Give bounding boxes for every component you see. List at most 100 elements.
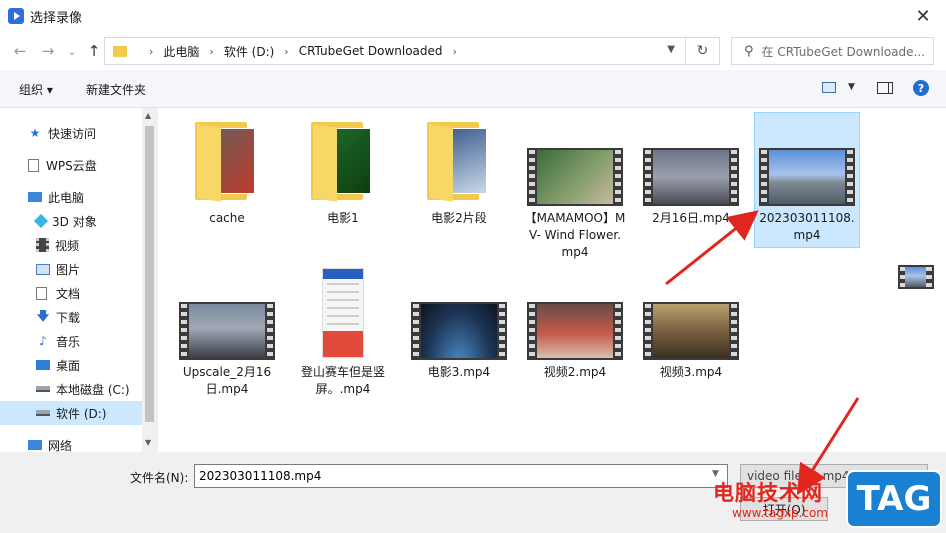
sidebar-item-videos[interactable]: 视频: [0, 233, 142, 257]
preview-thumbnail: [898, 265, 934, 289]
sidebar-item-music[interactable]: ♪ 音乐: [0, 329, 142, 353]
sidebar-item-label: 桌面: [56, 358, 81, 373]
sidebar-item-drive-c[interactable]: 本地磁盘 (C:): [0, 377, 142, 401]
sidebar-item-label: 图片: [56, 262, 81, 277]
view-options-icon[interactable]: [822, 82, 836, 93]
sidebar-item-label: WPS云盘: [46, 158, 97, 173]
sidebar-item-label: 此电脑: [48, 190, 85, 205]
file-item-movie2-clips[interactable]: 电影2片段: [406, 122, 512, 227]
filename-label: 文件名(N):: [130, 471, 189, 485]
drive-icon: [36, 410, 50, 416]
search-box[interactable]: ⚲ 在 CRTubeGet Downloade...: [731, 37, 934, 65]
file-item-hill-climb[interactable]: 登山赛车但是竖屏。.mp4: [290, 268, 396, 398]
breadcrumb-this-pc[interactable]: 此电脑: [163, 43, 199, 60]
video-thumbnail: [527, 302, 623, 360]
sidebar-item-quick-access[interactable]: ★ 快速访问: [0, 121, 142, 145]
file-name: 视频2.mp4: [543, 365, 607, 379]
sidebar-item-label: 快速访问: [48, 126, 97, 141]
video-thumbnail: [759, 148, 855, 206]
organize-menu[interactable]: 组织 ▾: [19, 81, 53, 98]
picture-icon: [36, 263, 50, 275]
drive-icon: [36, 386, 50, 392]
sidebar-item-label: 下载: [56, 310, 81, 325]
file-item-202303011108[interactable]: 202303011108.mp4: [754, 112, 860, 248]
sidebar-item-3d-objects[interactable]: 3D 对象: [0, 209, 142, 233]
file-name: 【MAMAMOO】MV- Wind Flower.mp4: [524, 211, 626, 259]
breadcrumb-drive-d[interactable]: 软件 (D:): [224, 43, 274, 60]
refresh-button[interactable]: ↻: [686, 37, 720, 65]
chevron-right-icon: ›: [452, 44, 457, 58]
sidebar-item-desktop[interactable]: 桌面: [0, 353, 142, 377]
file-item-feb16[interactable]: 2月16日.mp4: [638, 148, 744, 227]
file-name: 电影3.mp4: [427, 365, 491, 379]
navigation-bar: ← → ⌄ ↑ › 此电脑 › 软件 (D:) › CRTubeGet Down…: [0, 32, 946, 70]
back-arrow-icon[interactable]: ←: [10, 41, 30, 61]
sidebar-item-label: 音乐: [56, 334, 81, 349]
watermark-text: 电脑技术网: [713, 481, 823, 505]
help-icon[interactable]: ?: [913, 80, 929, 96]
sidebar-item-wps-cloud[interactable]: WPS云盘: [0, 153, 142, 177]
close-button[interactable]: ✕: [900, 0, 946, 32]
sidebar-item-label: 视频: [55, 238, 80, 253]
file-name: 视频3.mp4: [659, 365, 723, 379]
download-icon: 🡇: [36, 308, 50, 323]
search-placeholder[interactable]: 在 CRTubeGet Downloade...: [762, 43, 925, 60]
video-thumbnail: [322, 268, 364, 358]
file-item-cache[interactable]: cache: [174, 122, 280, 227]
video-thumbnail: [527, 148, 623, 206]
sidebar-item-drive-d[interactable]: 软件 (D:): [0, 401, 142, 425]
scroll-up-icon[interactable]: ▲: [145, 111, 151, 120]
filename-input[interactable]: [194, 464, 728, 488]
chevron-right-icon: ›: [284, 44, 289, 58]
up-arrow-icon[interactable]: ↑: [84, 41, 104, 61]
scroll-down-icon[interactable]: ▼: [145, 438, 151, 447]
sidebar-item-this-pc[interactable]: 此电脑: [0, 185, 142, 209]
file-item-upscale-feb16[interactable]: Upscale_2月16日.mp4: [174, 302, 280, 398]
sidebar-item-label: 网络: [48, 438, 73, 453]
watermark-url: www.tagxp.com: [732, 506, 828, 520]
sidebar-item-label: 文档: [56, 286, 81, 301]
file-name: Upscale_2月16日.mp4: [182, 365, 272, 396]
window-title: 选择录像: [30, 11, 83, 26]
sidebar-item-downloads[interactable]: 🡇 下载: [0, 305, 142, 329]
command-toolbar: 组织 ▾ 新建文件夹 ▼ ?: [0, 70, 946, 108]
file-name: 登山赛车但是竖屏。.mp4: [300, 365, 385, 396]
video-thumbnail: [411, 302, 507, 360]
file-item-mamamoo[interactable]: 【MAMAMOO】MV- Wind Flower.mp4: [522, 148, 628, 261]
watermark-logo: TAG: [846, 470, 942, 528]
sidebar-scrollbar[interactable]: ▲ ▼: [142, 108, 158, 452]
scrollbar-thumb[interactable]: [145, 126, 154, 422]
network-icon: [28, 440, 42, 450]
sidebar-item-network[interactable]: 网络: [0, 433, 142, 452]
chevron-down-icon[interactable]: ▼: [667, 44, 675, 55]
preview-pane-icon[interactable]: [877, 82, 893, 94]
folder-icon: [195, 122, 259, 202]
music-icon: ♪: [39, 334, 47, 348]
video-thumbnail: [179, 302, 275, 360]
desktop-icon: [36, 360, 50, 370]
chevron-down-icon[interactable]: ▼: [848, 82, 855, 92]
forward-arrow-icon[interactable]: →: [38, 41, 58, 61]
new-folder-button[interactable]: 新建文件夹: [86, 81, 146, 98]
address-bar[interactable]: › 此电脑 › 软件 (D:) › CRTubeGet Downloaded ›…: [104, 37, 686, 65]
computer-icon: [28, 192, 42, 202]
file-item-video3[interactable]: 视频3.mp4: [638, 302, 744, 381]
sidebar-item-documents[interactable]: 文档: [0, 281, 142, 305]
video-thumbnail: [643, 148, 739, 206]
sidebar-item-label: 本地磁盘 (C:): [56, 382, 130, 397]
file-name: 电影1: [327, 211, 359, 225]
file-item-video2[interactable]: 视频2.mp4: [522, 302, 628, 381]
film-icon: [36, 238, 49, 252]
sidebar-item-label: 3D 对象: [52, 214, 97, 229]
file-name: 202303011108.mp4: [759, 211, 855, 242]
file-name: cache: [209, 211, 245, 225]
star-icon: ★: [29, 126, 41, 140]
app-icon: [8, 8, 24, 24]
file-item-movie1[interactable]: 电影1: [290, 122, 396, 227]
breadcrumb-folder[interactable]: CRTubeGet Downloaded: [299, 44, 443, 58]
video-thumbnail: [643, 302, 739, 360]
recent-locations-icon[interactable]: ⌄: [62, 41, 82, 61]
file-item-movie3[interactable]: 电影3.mp4: [406, 302, 512, 381]
file-list: cache 电影1 电影2片段 【MAMAMOO】MV- Wind Flower…: [158, 108, 946, 452]
sidebar-item-pictures[interactable]: 图片: [0, 257, 142, 281]
